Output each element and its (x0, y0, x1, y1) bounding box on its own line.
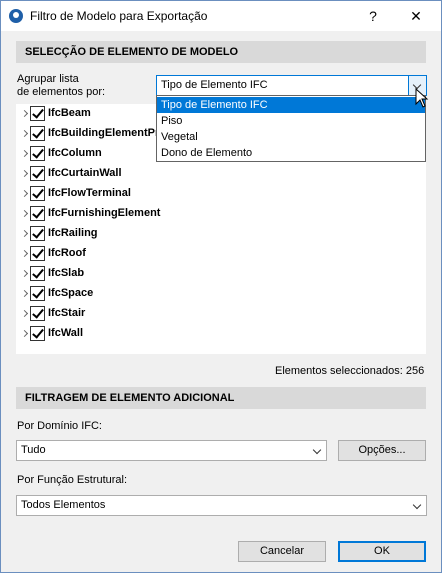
element-checkbox[interactable] (30, 266, 45, 281)
dropdown-option[interactable]: Piso (157, 113, 425, 129)
structural-function-label: Por Função Estrutural: (17, 474, 128, 486)
expand-chevron-icon[interactable] (20, 289, 29, 298)
tree-row-label: IfcRoof (48, 247, 86, 259)
expand-chevron-icon[interactable] (20, 269, 29, 278)
close-button[interactable]: ✕ (401, 5, 431, 27)
ifc-domain-value: Tudo (21, 444, 46, 456)
element-checkbox[interactable] (30, 286, 45, 301)
element-checkbox[interactable] (30, 326, 45, 341)
tree-row-label: IfcBuildingElementPr (48, 127, 160, 139)
structural-function-dropdown[interactable]: Todos Elementos (16, 495, 427, 516)
element-checkbox[interactable] (30, 146, 45, 161)
options-button[interactable]: Opções... (338, 440, 426, 461)
element-checkbox[interactable] (30, 106, 45, 121)
expand-chevron-icon[interactable] (20, 309, 29, 318)
ifc-domain-label: Por Domínio IFC: (17, 420, 102, 432)
element-checkbox[interactable] (30, 226, 45, 241)
tree-row-label: IfcSpace (48, 287, 94, 299)
tree-row[interactable]: IfcSlab (16, 265, 316, 285)
tree-row[interactable]: IfcRoof (16, 245, 316, 265)
expand-chevron-icon[interactable] (20, 249, 29, 258)
expand-chevron-icon[interactable] (20, 189, 29, 198)
ifc-domain-dropdown[interactable]: Tudo (16, 440, 327, 461)
tree-row-label: IfcStair (48, 307, 86, 319)
element-checkbox[interactable] (30, 126, 45, 141)
expand-chevron-icon[interactable] (20, 129, 29, 138)
tree-row[interactable]: IfcStair (16, 305, 316, 325)
element-checkbox[interactable] (30, 246, 45, 261)
archicad-app-icon (9, 9, 23, 23)
expand-chevron-icon[interactable] (20, 149, 29, 158)
export-filter-dialog: Filtro de Modelo para Exportação ? ✕ SEL… (0, 0, 442, 573)
dropdown-option[interactable]: Vegetal (157, 129, 425, 145)
chevron-down-icon[interactable] (309, 441, 326, 460)
additional-filtering-header: FILTRAGEM DE ELEMENTO ADICIONAL (16, 387, 426, 409)
tree-row-label: IfcWall (48, 327, 84, 339)
tree-row-label: IfcColumn (48, 147, 102, 159)
tree-row-label: IfcFlowTerminal (48, 187, 131, 199)
tree-row-label: IfcRailing (48, 227, 98, 239)
dialog-title: Filtro de Modelo para Exportação (30, 9, 208, 23)
expand-chevron-icon[interactable] (20, 209, 29, 218)
expand-chevron-icon[interactable] (20, 169, 29, 178)
group-by-label-line2: de elementos por: (17, 86, 106, 98)
tree-row[interactable]: IfcCurtainWall (16, 165, 316, 185)
tree-row[interactable]: IfcFurnishingElement (16, 205, 316, 225)
dropdown-option[interactable]: Dono de Elemento (157, 145, 425, 161)
mouse-cursor-icon (415, 88, 429, 108)
tree-row-label: IfcCurtainWall (48, 167, 122, 179)
group-by-dropdown[interactable]: Tipo de Elemento IFC (156, 75, 427, 96)
cancel-button[interactable]: Cancelar (238, 541, 326, 562)
group-by-value: Tipo de Elemento IFC (161, 79, 268, 91)
tree-row[interactable]: IfcFlowTerminal (16, 185, 316, 205)
element-checkbox[interactable] (30, 186, 45, 201)
tree-row-label: IfcSlab (48, 267, 85, 279)
expand-chevron-icon[interactable] (20, 229, 29, 238)
model-selection-header: SELECÇÃO DE ELEMENTO DE MODELO (16, 41, 426, 63)
tree-row[interactable]: IfcWall (16, 325, 316, 345)
element-checkbox[interactable] (30, 206, 45, 221)
structural-function-value: Todos Elementos (21, 499, 106, 511)
tree-row[interactable]: IfcRailing (16, 225, 316, 245)
tree-row-label: IfcFurnishingElement (48, 207, 161, 219)
expand-chevron-icon[interactable] (20, 329, 29, 338)
help-button[interactable]: ? (361, 5, 385, 27)
element-checkbox[interactable] (30, 306, 45, 321)
group-by-label-line1: Agrupar lista (17, 73, 79, 85)
element-checkbox[interactable] (30, 166, 45, 181)
title-bar[interactable]: Filtro de Modelo para Exportação ? ✕ (1, 1, 441, 31)
tree-row[interactable]: IfcSpace (16, 285, 316, 305)
ok-button[interactable]: OK (338, 541, 426, 562)
group-by-options-list[interactable]: Tipo de Elemento IFC Piso Vegetal Dono d… (156, 95, 426, 162)
dropdown-option[interactable]: Tipo de Elemento IFC (157, 97, 425, 113)
chevron-down-icon[interactable] (409, 496, 426, 515)
tree-row-label: IfcBeam (48, 107, 91, 119)
selected-count: Elementos seleccionados: 256 (275, 365, 425, 377)
expand-chevron-icon[interactable] (20, 109, 29, 118)
